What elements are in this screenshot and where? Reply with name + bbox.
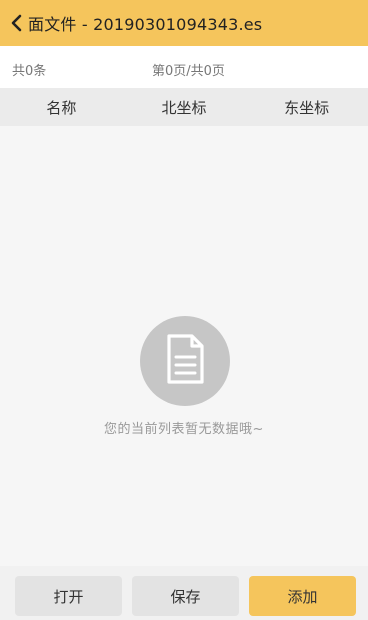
empty-state-message: 您的当前列表暂无数据哦~ (104, 422, 264, 437)
column-header-north: 北坐标 (161, 98, 207, 117)
column-header-name: 名称 (46, 98, 77, 117)
footer-toolbar: 打开 保存 添加 (0, 566, 368, 620)
page-title: 面文件 - 20190301094343.es (28, 15, 263, 34)
app-header: 面文件 - 20190301094343.es (0, 0, 368, 46)
back-button[interactable] (4, 0, 28, 46)
record-count: 共0条 (12, 64, 47, 79)
add-button[interactable]: 添加 (249, 576, 356, 616)
empty-state-circle (140, 316, 230, 406)
table-header: 名称 北坐标 东坐标 (0, 88, 368, 126)
save-button[interactable]: 保存 (132, 576, 239, 616)
list-area: 您的当前列表暂无数据哦~ (0, 126, 368, 566)
page-indicator: 第0页/共0页 (152, 64, 225, 79)
pager-bar: 共0条 第0页/共0页 (0, 46, 368, 88)
document-icon (163, 333, 207, 389)
open-button[interactable]: 打开 (15, 576, 122, 616)
column-header-east: 东坐标 (284, 98, 330, 117)
chevron-left-icon (10, 14, 22, 32)
